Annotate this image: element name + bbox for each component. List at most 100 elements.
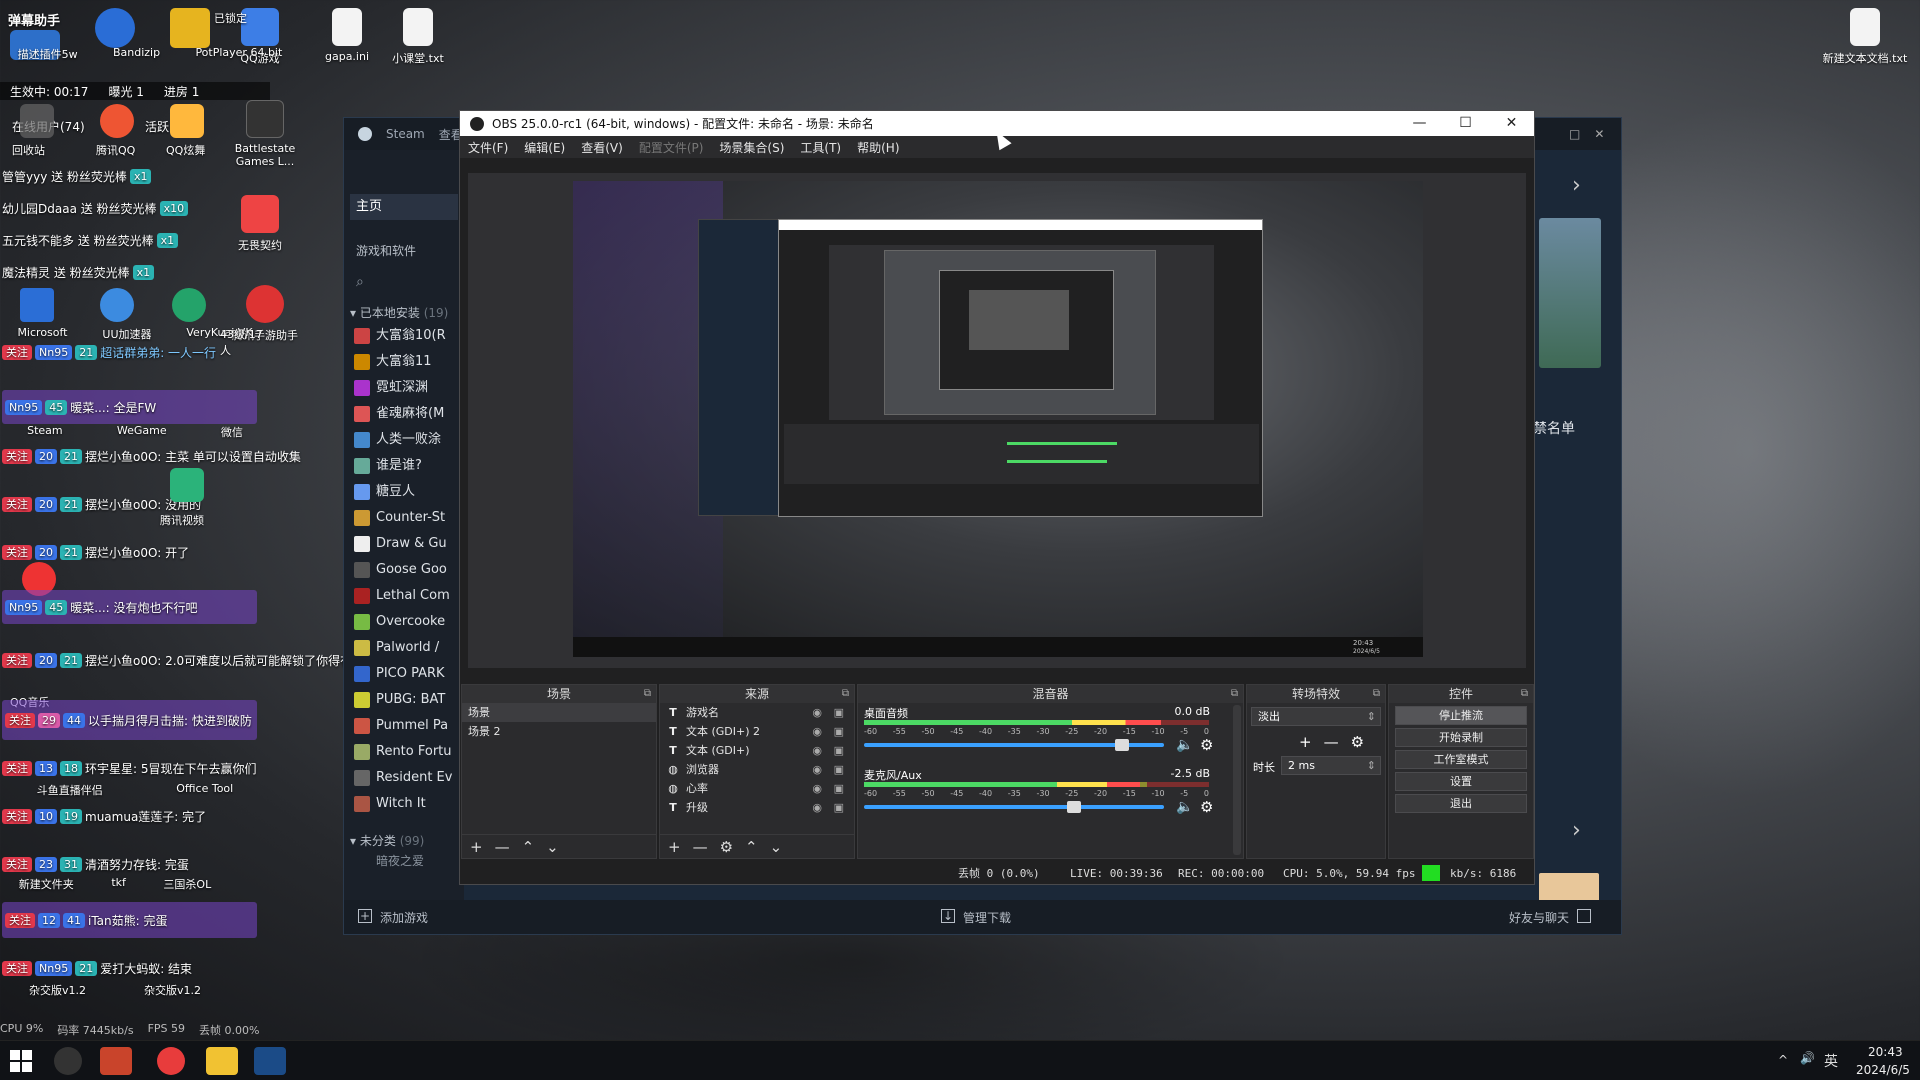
remove-icon[interactable]: — xyxy=(495,838,510,856)
netease-icon[interactable] xyxy=(157,1047,185,1075)
desktop-file-xiaoketang[interactable]: 小课堂.txt xyxy=(378,8,458,66)
steam-game-item[interactable]: PICO PARK xyxy=(344,661,464,687)
gear-icon[interactable]: ⚙ xyxy=(1351,733,1364,751)
transition-select[interactable]: 淡出 ⇕ xyxy=(1251,707,1381,726)
tray-up-icon[interactable]: ^ xyxy=(1778,1053,1788,1067)
steam-game-item[interactable]: 糖豆人 xyxy=(344,479,464,505)
add-icon[interactable]: + xyxy=(1299,733,1312,751)
gear-icon[interactable]: ⚙ xyxy=(720,838,733,856)
float-icon[interactable]: ⧉ xyxy=(842,685,849,703)
close-icon[interactable]: ✕ xyxy=(1489,111,1534,136)
source-item[interactable]: T 游戏名 ◉ ▣ xyxy=(660,703,854,722)
desktop-label-office[interactable]: Office Tool xyxy=(176,782,233,798)
steam-game-item[interactable]: 霓虹深渊 xyxy=(344,375,464,401)
steam-game-item[interactable]: Palworld / xyxy=(344,635,464,661)
steam-game-item[interactable]: 人类一败涂 xyxy=(344,427,464,453)
desktop-label-microsoft[interactable]: Microsoft xyxy=(17,326,67,342)
steam-game-item[interactable]: 雀魂麻将(M xyxy=(344,401,464,427)
studio-mode-button[interactable]: 工作室模式 xyxy=(1395,750,1527,769)
steam-installed-header[interactable]: ▾ 已本地安装 (19) xyxy=(350,304,448,321)
visibility-eye-icon[interactable]: ◉ xyxy=(812,760,822,779)
steam-add-game[interactable]: + 添加游戏 xyxy=(358,909,428,926)
desktop-label-uu[interactable]: UU加速器 xyxy=(102,326,151,342)
steam-game-item[interactable]: Draw & Gu xyxy=(344,531,464,557)
steam-game-item[interactable]: 谁是谁? xyxy=(344,453,464,479)
speaker-icon[interactable]: 🔈 xyxy=(1176,737,1193,753)
stop-streaming-button[interactable]: 停止推流 xyxy=(1395,706,1527,725)
lock-icon[interactable]: ▣ xyxy=(834,722,844,741)
float-icon[interactable]: ⧉ xyxy=(1231,685,1238,703)
lock-icon[interactable]: ▣ xyxy=(834,760,844,779)
move-down-icon[interactable]: ⌄ xyxy=(546,838,559,856)
maximize-icon[interactable]: ☐ xyxy=(1443,111,1488,136)
move-up-icon[interactable]: ⌃ xyxy=(745,838,758,856)
lock-icon[interactable]: ▣ xyxy=(834,798,844,817)
menu-view[interactable]: 查看(V) xyxy=(581,139,623,156)
ime-indicator[interactable]: 英 xyxy=(1824,1051,1838,1071)
steam-cutoff-item[interactable]: 暗夜之爱 xyxy=(376,852,424,869)
remove-icon[interactable]: — xyxy=(1324,733,1339,751)
scene-item[interactable]: 场景 2 xyxy=(462,722,656,741)
desktop-label-sgs[interactable]: 三国杀OL xyxy=(163,876,211,892)
steam-uncategorized-header[interactable]: ▾ 未分类 (99) xyxy=(350,832,424,849)
game-cover-image[interactable] xyxy=(1539,218,1601,368)
add-icon[interactable]: + xyxy=(668,838,681,856)
source-item[interactable]: T 升级 ◉ ▣ xyxy=(660,798,854,817)
float-icon[interactable]: ⧉ xyxy=(1373,685,1380,703)
move-down-icon[interactable]: ⌄ xyxy=(770,838,783,856)
menu-help[interactable]: 帮助(H) xyxy=(857,139,899,156)
windows-start-icon[interactable] xyxy=(10,1050,32,1072)
maximize-icon[interactable]: □ xyxy=(1569,127,1580,141)
steam-home[interactable]: 主页 xyxy=(350,194,458,220)
settings-button[interactable]: 设置 xyxy=(1395,772,1527,791)
volume-slider-knob[interactable] xyxy=(1115,739,1129,751)
steam-game-item[interactable]: Rento Fortu xyxy=(344,739,464,765)
desktop-label-steam[interactable]: Steam xyxy=(27,424,63,440)
volume-slider-knob[interactable] xyxy=(1067,801,1081,813)
desktop-label-bandizip[interactable]: Bandizip xyxy=(113,46,160,62)
close-icon[interactable]: ✕ xyxy=(1594,127,1604,141)
desktop-label-qq[interactable]: 腾讯QQ xyxy=(96,142,135,158)
lock-icon[interactable]: ▣ xyxy=(834,741,844,760)
steam-manage-downloads[interactable]: ↓ 管理下载 xyxy=(941,909,1011,926)
volume-icon[interactable]: 🔊 xyxy=(1800,1051,1815,1065)
steam-icon[interactable] xyxy=(254,1047,286,1075)
desktop-label-wegame[interactable]: WeGame xyxy=(117,424,167,440)
search-icon[interactable]: ⌕ xyxy=(356,274,364,290)
remove-icon[interactable]: — xyxy=(693,838,708,856)
desktop-label-qqx5[interactable]: QQ炫舞 xyxy=(166,142,205,158)
desktop-label-tkf[interactable]: tkf xyxy=(111,876,126,892)
gear-icon[interactable]: ⚙ xyxy=(1200,736,1213,754)
visibility-eye-icon[interactable]: ◉ xyxy=(812,722,822,741)
steam-game-item[interactable]: PUBG: BAT xyxy=(344,687,464,713)
steam-game-item[interactable]: Goose Goo xyxy=(344,557,464,583)
chevron-right-icon[interactable]: › xyxy=(1572,818,1581,843)
obs-icon[interactable] xyxy=(54,1047,82,1075)
minimize-icon[interactable]: — xyxy=(1397,111,1442,136)
desktop-label-zip2[interactable]: 杂交版v1.2 xyxy=(144,982,201,998)
float-icon[interactable]: ⧉ xyxy=(1521,685,1528,703)
source-item[interactable]: T 文本 (GDI+) 2 ◉ ▣ xyxy=(660,722,854,741)
visibility-eye-icon[interactable]: ◉ xyxy=(812,703,822,722)
wegame-icon[interactable] xyxy=(206,1047,238,1075)
menu-edit[interactable]: 编辑(E) xyxy=(524,139,565,156)
source-item[interactable]: T 文本 (GDI+) ◉ ▣ xyxy=(660,741,854,760)
steam-game-item[interactable]: 大富翁10(R xyxy=(344,323,464,349)
desktop-file-new-text[interactable]: 新建文本文档.txt xyxy=(1820,8,1910,66)
source-item[interactable]: ◍ 心率 ◉ ▣ xyxy=(660,779,854,798)
desktop-label-plugin[interactable]: 描述插件5w xyxy=(18,46,78,62)
desktop-label-new-folder[interactable]: 新建文件夹 xyxy=(19,876,74,892)
steam-game-item[interactable]: 大富翁11 xyxy=(344,349,464,375)
steam-game-item[interactable]: Overcooke xyxy=(344,609,464,635)
steam-title[interactable]: Steam xyxy=(386,127,425,141)
menu-tools[interactable]: 工具(T) xyxy=(800,139,841,156)
steam-game-item[interactable]: Witch It xyxy=(344,791,464,817)
visibility-eye-icon[interactable]: ◉ xyxy=(812,779,822,798)
steam-game-item[interactable]: Resident Ev xyxy=(344,765,464,791)
volume-slider[interactable] xyxy=(864,801,1164,813)
add-icon[interactable]: + xyxy=(470,838,483,856)
volume-slider[interactable] xyxy=(864,739,1164,751)
steam-game-item[interactable]: Counter-St xyxy=(344,505,464,531)
steam-games-software[interactable]: 游戏和软件 xyxy=(356,242,416,259)
browser-icon[interactable] xyxy=(100,1047,132,1075)
